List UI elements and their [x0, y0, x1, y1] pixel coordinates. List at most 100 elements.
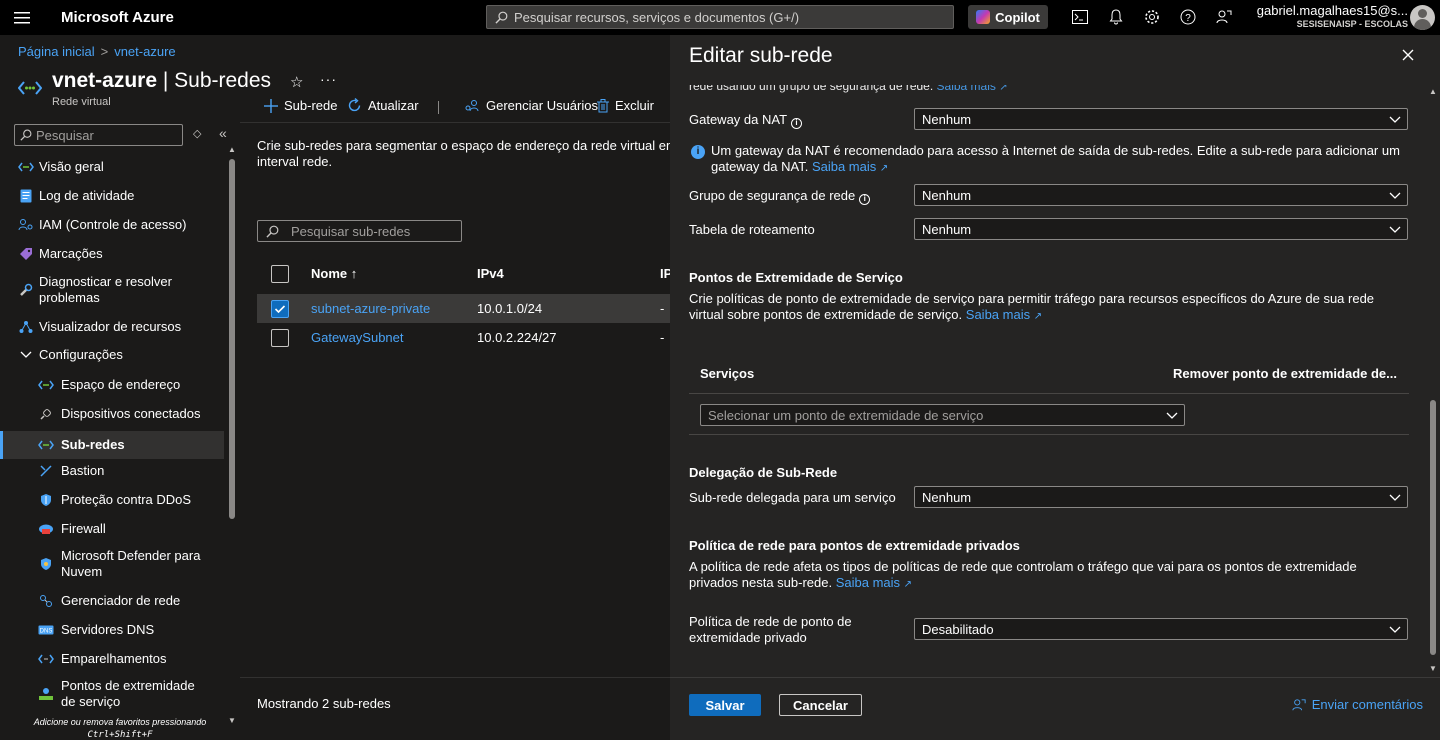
search-icon: [266, 225, 279, 238]
sidebar-item-tags[interactable]: Marcações: [0, 244, 224, 264]
chevron-down-icon: [1389, 494, 1401, 501]
sidebar-item-subnets[interactable]: Sub-redes: [0, 431, 224, 459]
sidebar-group-configuracoes[interactable]: Configurações: [0, 345, 224, 365]
feedback-person-icon[interactable]: [1214, 7, 1234, 27]
pane-title: Editar sub-rede: [689, 44, 833, 67]
select-all-checkbox[interactable]: [271, 265, 289, 283]
sidebar-search-input[interactable]: Pesquisar: [14, 124, 183, 146]
row-checkbox[interactable]: [271, 300, 289, 318]
breadcrumb-resource[interactable]: vnet-azure: [114, 44, 175, 59]
scroll-up-icon[interactable]: ▲: [228, 145, 236, 154]
manage-users-label: Gerenciar Usuários: [486, 98, 598, 113]
scroll-down-icon[interactable]: ▼: [1429, 664, 1437, 673]
account-menu[interactable]: gabriel.magalhaes15@s... SESISENAISP - E…: [1257, 3, 1408, 29]
column-remove-endpoint: Remover ponto de extremidade de...: [1173, 366, 1397, 381]
global-search-input[interactable]: Pesquisar recursos, serviços e documento…: [486, 5, 954, 29]
sidebar-item-iam[interactable]: IAM (Controle de acesso): [0, 215, 224, 235]
vnet-icon: [18, 159, 34, 175]
delete-button[interactable]: Excluir: [597, 98, 654, 113]
filter-icon[interactable]: ◇: [193, 127, 201, 140]
info-icon[interactable]: i: [859, 193, 871, 205]
sidebar-item-ddos[interactable]: Proteção contra DDoS: [0, 490, 224, 510]
delegation-heading: Delegação de Sub-Rede: [689, 465, 838, 480]
pane-scroll-thumb[interactable]: [1430, 400, 1436, 655]
sidebar-scroll-thumb[interactable]: [229, 159, 235, 519]
service-endpoints-learn-more-link[interactable]: Saiba mais: [966, 307, 1030, 322]
private-policy-learn-more-link[interactable]: Saiba mais: [836, 575, 900, 590]
notifications-bell-icon[interactable]: [1106, 7, 1126, 27]
cloud-shell-icon[interactable]: [1070, 7, 1090, 27]
delegation-dropdown[interactable]: Nenhum: [914, 486, 1408, 508]
edit-subnet-pane: Editar sub-rede rede usando um grupo de …: [670, 35, 1440, 740]
subnet-search-placeholder: Pesquisar sub-redes: [291, 223, 411, 239]
subnet-name-link[interactable]: GatewaySubnet: [311, 330, 404, 345]
subnet-name-link[interactable]: subnet-azure-private: [311, 301, 430, 316]
sidebar-item-diagnose[interactable]: Diagnosticar e resolver problemas: [0, 273, 224, 307]
table-row[interactable]: GatewaySubnet 10.0.2.224/27 -: [257, 323, 687, 352]
firewall-icon: [38, 521, 54, 537]
hamburger-menu-icon[interactable]: [0, 0, 44, 35]
sidebar-item-network-manager[interactable]: Gerenciador de rede: [0, 591, 224, 611]
service-endpoints-heading: Pontos de Extremidade de Serviço: [689, 270, 903, 285]
breadcrumb-home[interactable]: Página inicial: [18, 44, 95, 59]
iam-icon: [18, 217, 34, 233]
column-name[interactable]: Nome ↑: [311, 266, 357, 281]
favorite-star-icon[interactable]: ☆: [290, 73, 303, 91]
network-manager-icon: [38, 593, 54, 609]
more-options-icon[interactable]: ···: [320, 71, 337, 87]
sidebar-item-defender[interactable]: Microsoft Defender para Nuvem: [0, 547, 224, 581]
sidebar-item-dns-servers[interactable]: DNS Servidores DNS: [0, 620, 224, 640]
manage-users-button[interactable]: Gerenciar Usuários: [464, 98, 598, 113]
sidebar-item-connected-devices[interactable]: Dispositivos conectados: [0, 404, 224, 424]
route-table-dropdown[interactable]: Nenhum: [914, 218, 1408, 240]
column-ipv4[interactable]: IPv4: [477, 266, 504, 281]
add-subnet-button[interactable]: Sub-rede: [264, 98, 337, 113]
sidebar-item-firewall[interactable]: Firewall: [0, 519, 224, 539]
route-table-label: Tabela de roteamento: [689, 222, 815, 237]
help-icon[interactable]: ?: [1178, 7, 1198, 27]
cancel-button[interactable]: Cancelar: [779, 694, 862, 716]
info-icon[interactable]: i: [791, 117, 803, 129]
subnet-search-input[interactable]: Pesquisar sub-redes: [257, 220, 462, 242]
sidebar-item-overview[interactable]: Visão geral: [0, 157, 224, 177]
sidebar-item-service-endpoints[interactable]: Pontos de extremidade de serviço: [0, 677, 224, 711]
refresh-button[interactable]: Atualizar: [347, 98, 419, 113]
avatar[interactable]: [1410, 5, 1435, 30]
svg-text:DNS: DNS: [40, 629, 53, 635]
sidebar-item-bastion[interactable]: Bastion: [0, 461, 224, 481]
nsg-label: Grupo de segurança de rede i: [689, 188, 871, 205]
brand-title[interactable]: Microsoft Azure: [61, 9, 174, 26]
send-feedback-link[interactable]: Enviar comentários: [1292, 697, 1423, 712]
sidebar-item-activity-log[interactable]: Log de atividade: [0, 186, 224, 206]
sidebar-item-peerings[interactable]: Emparelhamentos: [0, 649, 224, 669]
copilot-label: Copilot: [995, 9, 1040, 25]
learn-more-link[interactable]: Saiba mais: [937, 85, 996, 93]
sidebar-item-resource-visualizer[interactable]: Visualizador de recursos: [0, 317, 224, 337]
sidebar-item-address-space[interactable]: Espaço de endereço: [0, 375, 224, 395]
nat-gateway-dropdown[interactable]: Nenhum: [914, 108, 1408, 130]
nat-info-message: i Um gateway da NAT é recomendado para a…: [689, 143, 1409, 177]
sidebar-scrollbar[interactable]: ▲ ▼: [226, 145, 238, 725]
collapse-sidebar-icon[interactable]: «: [219, 125, 227, 141]
resource-type: Rede virtual: [52, 96, 111, 108]
cut-off-text: rede usando um grupo de segurança de red…: [689, 85, 1008, 93]
table-row[interactable]: subnet-azure-private 10.0.1.0/24 -: [257, 294, 687, 323]
nat-learn-more-link[interactable]: Saiba mais: [812, 159, 876, 174]
service-endpoint-select[interactable]: Selecionar um ponto de extremidade de se…: [700, 404, 1185, 426]
top-bar: Microsoft Azure Pesquisar recursos, serv…: [0, 0, 1440, 35]
private-policy-dropdown[interactable]: Desabilitado: [914, 618, 1408, 640]
search-icon: [495, 11, 508, 24]
row-checkbox[interactable]: [271, 329, 289, 347]
save-button[interactable]: Salvar: [689, 694, 761, 716]
pane-scrollbar[interactable]: ▲ ▼: [1428, 85, 1438, 675]
close-icon[interactable]: [1402, 48, 1414, 66]
settings-gear-icon[interactable]: [1142, 7, 1162, 27]
scroll-up-icon[interactable]: ▲: [1429, 87, 1437, 96]
column-services: Serviços: [700, 366, 755, 381]
private-policy-label: Política de rede de ponto de extremidade…: [689, 614, 852, 645]
plug-icon: [38, 406, 54, 422]
vnet-resource-icon: [17, 80, 43, 99]
chevron-down-icon: [1389, 192, 1401, 199]
copilot-button[interactable]: Copilot: [968, 5, 1048, 29]
nsg-dropdown[interactable]: Nenhum: [914, 184, 1408, 206]
